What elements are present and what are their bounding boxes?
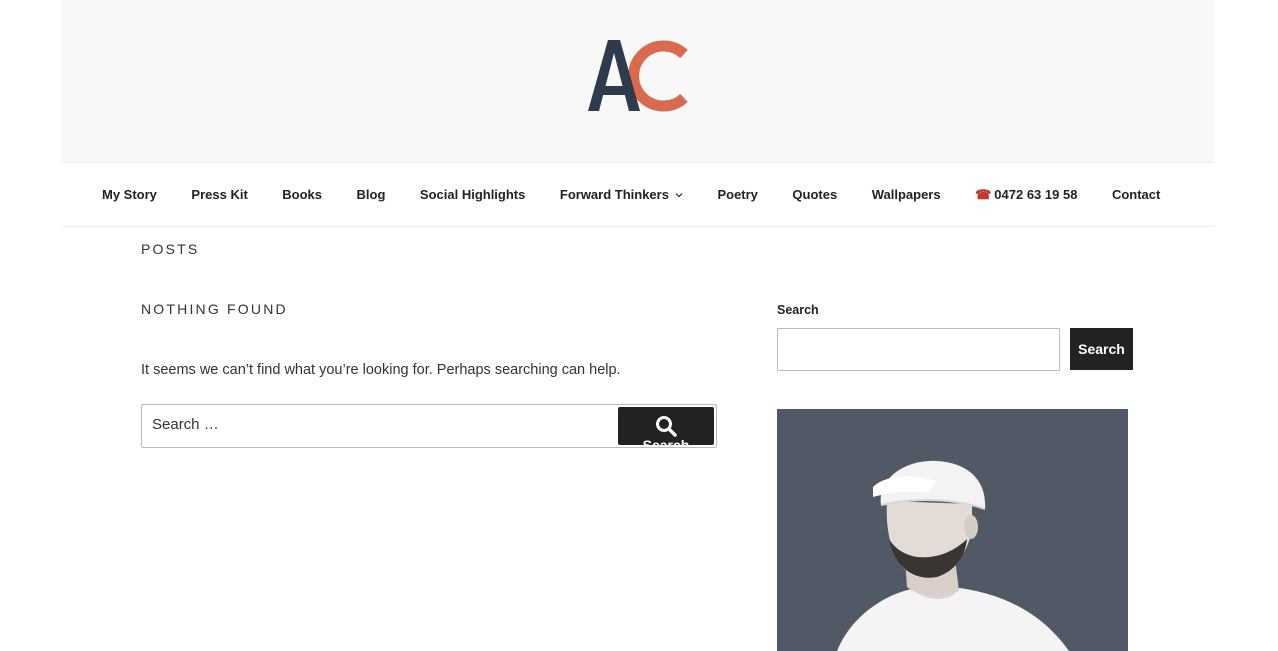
- nav-label: Press Kit: [191, 187, 248, 202]
- nav-label: Quotes: [792, 187, 838, 202]
- chevron-down-icon[interactable]: [675, 191, 683, 199]
- nav-label: Poetry: [717, 187, 758, 202]
- site-logo[interactable]: [588, 38, 688, 114]
- nav-label: 0472 63 19 58: [994, 187, 1078, 202]
- nav-item-forward-thinkers[interactable]: Forward Thinkers: [560, 187, 683, 202]
- search-submit-label: Search: [642, 437, 690, 445]
- phone-icon: ☎: [975, 186, 992, 202]
- nav-label: Social Highlights: [419, 187, 526, 202]
- page-title: POSTS: [141, 241, 200, 257]
- person-photo: [837, 460, 1069, 651]
- nav-item-phone[interactable]: ☎ 0472 63 19 58: [975, 187, 1077, 203]
- nav-list: My Story Press Kit Books Blog Social Hig…: [102, 163, 1160, 226]
- section-title: NOTHING FOUND: [141, 301, 288, 317]
- nav-item-poetry[interactable]: Poetry: [717, 187, 757, 202]
- site-header: [62, 0, 1214, 163]
- nav-label: Forward Thinkers: [559, 187, 669, 202]
- search-input[interactable]: [152, 416, 602, 433]
- nav-label: Wallpapers: [871, 187, 941, 202]
- nav-item-social-highlights[interactable]: Social Highlights: [420, 187, 525, 202]
- nav-item-books[interactable]: Books: [282, 187, 322, 202]
- nav-item-contact[interactable]: Contact: [1112, 187, 1160, 202]
- profile-image: [777, 409, 1128, 651]
- nav-item-quotes[interactable]: Quotes: [792, 187, 837, 202]
- nav-item-wallpapers[interactable]: Wallpapers: [872, 187, 941, 202]
- not-found-message: It seems we can’t find what you’re looki…: [141, 362, 621, 378]
- search-widget-title: Search: [777, 303, 819, 317]
- page: My Story Press Kit Books Blog Social Hig…: [62, 0, 1214, 651]
- nav-label: Contact: [1111, 187, 1161, 202]
- search-submit-button[interactable]: Search: [618, 407, 714, 445]
- nav-item-blog[interactable]: Blog: [357, 187, 386, 202]
- sidebar-search-button[interactable]: Search: [1070, 328, 1133, 370]
- sidebar-search-input[interactable]: [777, 328, 1060, 371]
- search-form: Search: [141, 404, 717, 448]
- nav-label: My Story: [102, 187, 157, 202]
- nav-item-press-kit[interactable]: Press Kit: [191, 187, 247, 202]
- search-icon: [656, 416, 677, 437]
- nav-label: Books: [282, 187, 323, 202]
- nav-item-my-story[interactable]: My Story: [102, 187, 157, 202]
- nav-label: Blog: [356, 187, 386, 202]
- main-navigation: My Story Press Kit Books Blog Social Hig…: [62, 163, 1214, 227]
